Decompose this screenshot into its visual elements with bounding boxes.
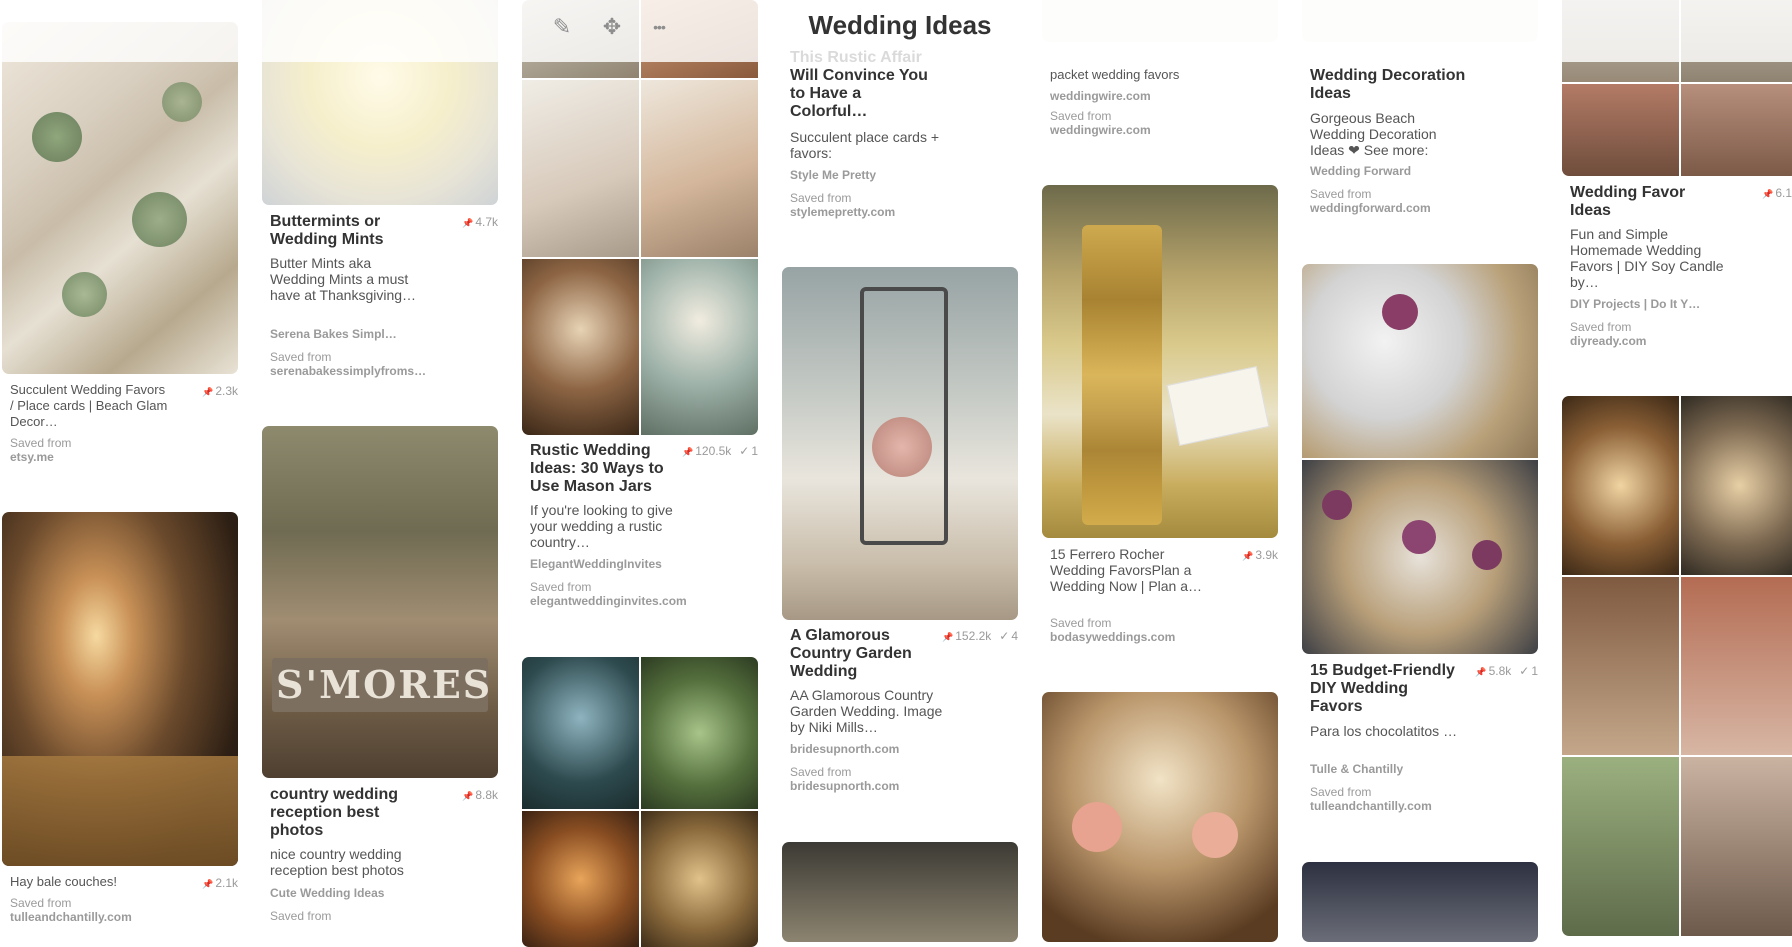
- saved-from[interactable]: Saved from tulleandchantilly.com: [1310, 785, 1530, 813]
- pin-image[interactable]: [782, 267, 1018, 620]
- pin-description: Hay bale couches!: [10, 874, 117, 889]
- pin-title: Rustic Wedding Ideas: 30 Ways to Use Mas…: [530, 442, 664, 495]
- pin-stats: 📌 8.8k: [454, 788, 498, 802]
- pin-icon: 📌: [202, 879, 214, 889]
- saved-from[interactable]: Saved from bodasyweddings.com: [1050, 616, 1270, 644]
- saved-from[interactable]: Saved from elegantweddinginvites.com: [530, 580, 750, 608]
- pin-stats: 📌 5.8k ✓ 1: [1467, 664, 1538, 678]
- pin-source[interactable]: weddingwire.com: [1050, 89, 1270, 103]
- pin-title: country wedding reception best photos: [270, 786, 398, 839]
- saved-from[interactable]: Saved from weddingwire.com: [1050, 109, 1270, 137]
- save-count: 6.1k: [1775, 186, 1792, 200]
- saved-from[interactable]: Saved from stylemepretty.com: [790, 191, 1010, 219]
- saved-from[interactable]: Saved from bridesupnorth.com: [790, 765, 1010, 793]
- pin-source[interactable]: Wedding Forward: [1310, 164, 1530, 178]
- pin-source[interactable]: Cute Wedding Ideas: [270, 886, 490, 900]
- pencil-icon[interactable]: ✎: [549, 14, 575, 40]
- save-count: 8.8k: [475, 788, 498, 802]
- pin-title: A Glamorous Country Garden Wedding: [790, 627, 912, 680]
- page-title: Wedding Ideas: [808, 10, 992, 40]
- pin-description: nice country wedding reception best phot…: [270, 846, 404, 878]
- save-count: 120.5k: [695, 444, 732, 458]
- pin-description: Gorgeous Beach Wedding Decoration Ideas …: [1310, 110, 1437, 158]
- pin-image[interactable]: [522, 0, 758, 435]
- pin-image[interactable]: [2, 512, 238, 866]
- check-icon: ✓: [739, 444, 750, 458]
- pin-title: Buttermints or Wedding Mints: [270, 213, 384, 248]
- pin-description: Fun and Simple Homemade Wedding Favors |…: [1570, 226, 1724, 290]
- pin-image[interactable]: [1302, 264, 1538, 654]
- pin-icon: 📌: [462, 791, 474, 801]
- pin-icon: 📌: [1242, 551, 1254, 561]
- save-count: 4.7k: [475, 215, 498, 229]
- pin-stats: 📌 152.2k ✓ 4: [934, 629, 1018, 643]
- pin-stats: 📌 4.7k: [454, 215, 498, 229]
- tried-count: 1: [751, 444, 758, 458]
- pin-source[interactable]: ElegantWeddingInvites: [530, 557, 750, 571]
- pin-stats: 📌 2.3k: [194, 384, 238, 398]
- pin-image[interactable]: [1562, 396, 1792, 936]
- pin-description: Succulent Wedding Favors / Place cards |…: [10, 382, 168, 429]
- pin-icon: 📌: [1762, 189, 1774, 199]
- saved-from[interactable]: Saved from etsy.me: [10, 436, 230, 464]
- check-icon: ✓: [1519, 664, 1530, 678]
- pin-description: Butter Mints aka Wedding Mints a must ha…: [270, 255, 417, 303]
- pin-stats: 📌 3.9k: [1234, 548, 1278, 562]
- pin-image[interactable]: S'MORES: [262, 426, 498, 778]
- pin-description: AA Glamorous Country Garden Wedding. Ima…: [790, 687, 943, 735]
- tried-count: 1: [1531, 664, 1538, 678]
- pin-description: Succulent place cards + favors:: [790, 129, 940, 161]
- pin-source[interactable]: bridesupnorth.com: [790, 742, 1010, 756]
- pin-source[interactable]: Serena Bakes Simpl…: [270, 327, 490, 341]
- pin-image[interactable]: [782, 842, 1018, 942]
- pin-stats: 📌6.1k: [1754, 186, 1792, 200]
- pin-icon: 📌: [682, 447, 694, 457]
- saved-from[interactable]: Saved from diyready.com: [1570, 320, 1790, 348]
- pin-description: If you're looking to give your wedding a…: [530, 502, 673, 550]
- pin-title: 15 Budget-Friendly DIY Wedding Favors: [1310, 662, 1455, 715]
- more-icon[interactable]: •••: [646, 14, 672, 40]
- pin-icon: 📌: [202, 387, 214, 397]
- saved-from[interactable]: Saved from tulleandchantilly.com: [10, 896, 230, 924]
- pin-image[interactable]: [1302, 862, 1538, 942]
- save-count: 2.3k: [215, 384, 238, 398]
- save-count: 2.1k: [215, 876, 238, 890]
- pin-image[interactable]: [1042, 185, 1278, 538]
- pin-stats: 📌 120.5k ✓ 1: [674, 444, 758, 458]
- pin-description: packet wedding favors: [1050, 67, 1180, 82]
- save-count: 152.2k: [955, 629, 992, 643]
- pin-icon: 📌: [942, 632, 954, 642]
- saved-from[interactable]: Saved from weddingforward.com: [1310, 187, 1530, 215]
- pin-icon: 📌: [462, 218, 474, 228]
- pin-image[interactable]: [522, 657, 758, 947]
- pin-image[interactable]: [1042, 692, 1278, 942]
- pin-source[interactable]: DIY Projects | Do It Y…: [1570, 297, 1790, 311]
- save-count: 3.9k: [1255, 548, 1278, 562]
- tried-count: 4: [1011, 629, 1018, 643]
- pin-icon: 📌: [1475, 667, 1487, 677]
- pin-source[interactable]: Tulle & Chantilly: [1310, 762, 1530, 776]
- saved-from[interactable]: Saved from: [270, 909, 490, 923]
- move-icon[interactable]: ✥: [599, 14, 625, 40]
- pin-title: Wedding Decoration Ideas: [1310, 67, 1466, 102]
- saved-from[interactable]: Saved from serenabakessimplyfroms…: [270, 350, 490, 378]
- save-count: 5.8k: [1488, 664, 1512, 678]
- pin-title: Wedding Favor Ideas: [1570, 184, 1686, 219]
- pin-image[interactable]: [2, 22, 238, 374]
- pin-description: Para los chocolatitos …: [1310, 723, 1458, 739]
- pin-source[interactable]: Style Me Pretty: [790, 168, 1010, 182]
- pin-stats: 📌 2.1k: [194, 876, 238, 890]
- check-icon: ✓: [999, 629, 1010, 643]
- pin-description: 15 Ferrero Rocher Wedding FavorsPlan a W…: [1050, 546, 1203, 594]
